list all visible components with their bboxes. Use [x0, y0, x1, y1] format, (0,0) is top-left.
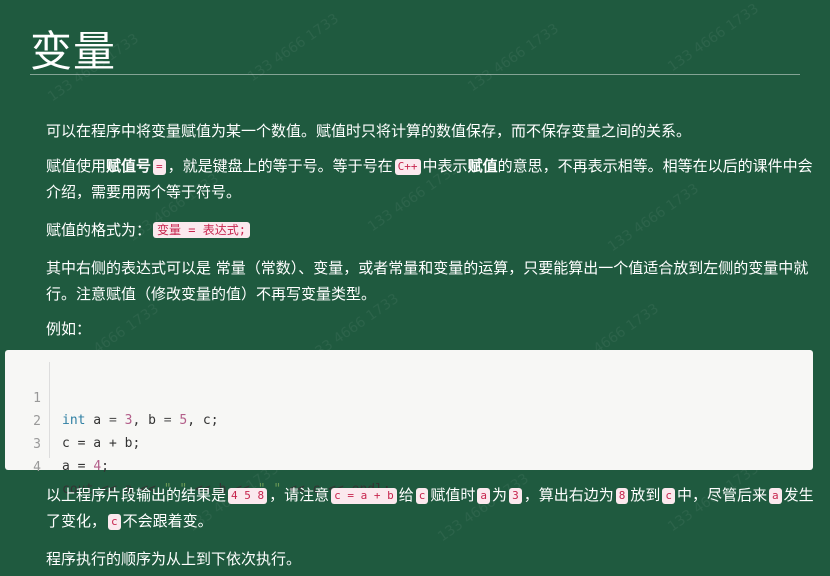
watermark-text: 133 4666 1733 — [465, 20, 562, 96]
text: ，就是键盘上的等于号。等于号在 — [167, 157, 393, 175]
inline-code-var: a — [768, 488, 782, 504]
code-line-4: 4 cout << a << " " << b << " " << c << e… — [5, 435, 391, 497]
code-source: int a = 3, b = 5, c; — [62, 410, 219, 432]
code-token: = — [108, 413, 117, 428]
text: 不会跟着变。 — [122, 512, 213, 530]
text: 赋值的格式为： — [46, 221, 152, 239]
code-source: c = a + b; — [62, 436, 141, 451]
paragraph-assignment-operator: 赋值使用赋值号 = ，就是键盘上的等于号。等于号在 C++ 中表示赋值的意思，不再表示相… — [46, 153, 818, 205]
inline-code-format: 变量 = 表达式; — [153, 222, 250, 238]
inline-code-var: c — [662, 488, 675, 504]
paragraph-output-explanation: 以上程序片段输出的结果是 4 5 8 ，请注意 c = a + b 给 c 赋值时 a 为 3 ，算… — [46, 482, 818, 534]
text: 以上程序片段输出的结果是 — [46, 486, 227, 504]
paragraph-execution-order: 程序执行的顺序为从上到下依次执行。 — [46, 550, 302, 568]
watermark-text: 133 4666 1733 — [665, 0, 762, 76]
inline-code-var: c — [415, 488, 429, 504]
inline-code-number: 3 — [509, 488, 522, 504]
code-token: a = — [62, 459, 94, 474]
code-line-3: 3 a = 4; — [5, 412, 109, 474]
code-token: = — [163, 413, 172, 428]
code-line-1: 1 int a = 3, b = 5, c; — [5, 366, 218, 428]
text: ，算出右边为 — [523, 486, 614, 504]
code-line-2: 2 c = a + b; — [5, 389, 140, 451]
text: ，请注意 — [269, 486, 330, 504]
inline-code-equals: = — [153, 159, 166, 175]
line-number: 4 — [33, 460, 41, 475]
keyword-int: int — [62, 413, 86, 428]
paragraph-example-label: 例如： — [46, 320, 92, 338]
inline-code-var: c — [108, 514, 121, 530]
text: 中表示 — [422, 157, 468, 175]
bold-term-assignment-sign: 赋值号 — [106, 157, 152, 175]
text: 赋值时 — [430, 486, 476, 504]
inline-code-cpp: C++ — [394, 159, 421, 175]
title-divider — [30, 74, 800, 75]
code-token: , c; — [187, 413, 219, 428]
inline-code-output: 4 5 8 — [228, 488, 268, 504]
paragraph-format: 赋值的格式为： 变量 = 表达式; — [46, 217, 818, 243]
inline-code-var: a — [477, 488, 491, 504]
inline-code-number: 8 — [615, 488, 629, 504]
code-gutter-divider — [49, 362, 50, 458]
code-block: 1 int a = 3, b = 5, c; 2 c = a + b; 3 a … — [5, 350, 813, 497]
text: 为 — [492, 486, 508, 504]
text: 放到 — [630, 486, 661, 504]
paragraph-intro: 可以在程序中将变量赋值为某一个数值。赋值时只将计算的数值保存，而不保存变量之间的… — [46, 122, 692, 140]
page-title: 变量 — [30, 27, 117, 76]
text: 赋值使用 — [46, 157, 107, 175]
code-token: ; — [101, 459, 109, 474]
code-number: 4 — [93, 459, 102, 474]
text: 给 — [398, 486, 414, 504]
code-token: , b — [132, 413, 164, 428]
inline-code-expression: c = a + b — [331, 488, 397, 504]
code-source: a = 4; — [62, 456, 109, 478]
paragraph-expression: 其中右侧的表达式可以是 常量（常数）、变量，或者常量和变量的运算，只要能算出一个… — [46, 259, 809, 303]
code-token: a — [85, 413, 109, 428]
text: 中，尽管后来 — [676, 486, 767, 504]
bold-term-assignment: 赋值 — [467, 157, 498, 175]
